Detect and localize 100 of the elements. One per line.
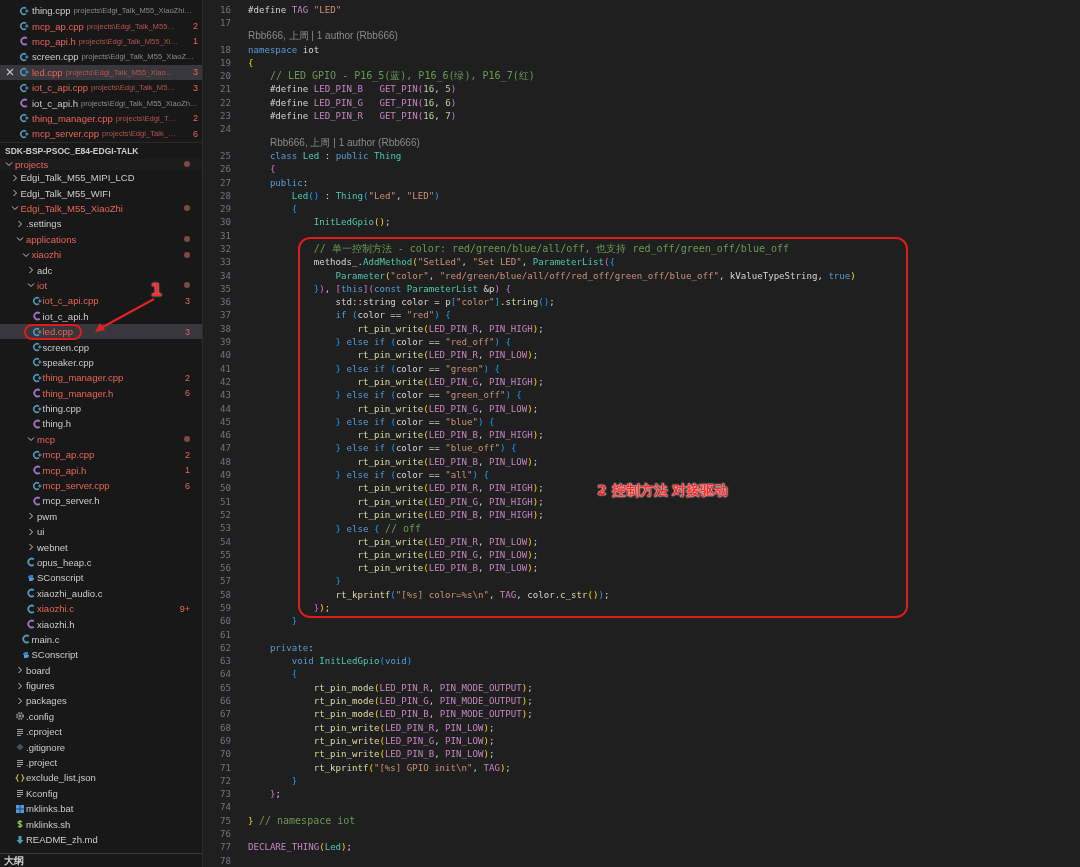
selected-row[interactable]: led.cpp 3 bbox=[0, 323, 202, 340]
lines-icon bbox=[15, 788, 25, 799]
file-name[interactable]: thing.cpp bbox=[42, 403, 82, 415]
folder-name[interactable]: board bbox=[26, 664, 51, 676]
line-number: 35 bbox=[219, 283, 231, 294]
file-name[interactable]: SConscript bbox=[37, 572, 84, 584]
file-name[interactable]: mcp_ap.cpp bbox=[42, 449, 95, 461]
file-name[interactable]: .project bbox=[26, 757, 58, 769]
line-number: 64 bbox=[219, 669, 231, 680]
folder-name[interactable]: iot bbox=[37, 279, 48, 291]
code-line: rt_pin_write(LED_PIN_R, PIN_LOW); bbox=[357, 350, 539, 361]
code-line: rt_pin_write(LED_PIN_G, PIN_HIGH); bbox=[357, 496, 544, 507]
cpp-file-icon bbox=[31, 326, 42, 337]
line-number: 36 bbox=[219, 297, 231, 308]
folder-name[interactable]: Edgi_Talk_M55_MIPI_LCD bbox=[20, 172, 135, 184]
line-number: 30 bbox=[219, 217, 231, 228]
code-line: rt_pin_write(LED_PIN_B, PIN_HIGH); bbox=[357, 430, 544, 441]
code-line: rt_pin_write(LED_PIN_G, PIN_HIGH); bbox=[357, 376, 544, 387]
folder-name[interactable]: pwm bbox=[37, 510, 58, 522]
cpp-file-icon bbox=[31, 403, 42, 414]
code-line: rt_pin_mode(LED_PIN_B, PIN_MODE_OUTPUT); bbox=[313, 709, 533, 720]
file-name[interactable]: thing_manager.cpp bbox=[42, 372, 124, 384]
blame-annotation[interactable]: Rbb666, 上周 | 1 author (Rbb666) bbox=[269, 135, 420, 150]
code-line: rt_pin_write(LED_PIN_R, PIN_LOW); bbox=[357, 536, 539, 547]
code-line: rt_pin_write(LED_PIN_R, PIN_HIGH); bbox=[357, 323, 544, 334]
file-name[interactable]: SConscript bbox=[31, 649, 78, 661]
file-name: screen.cpp bbox=[32, 51, 79, 63]
header-file-icon bbox=[31, 388, 42, 399]
folder-name[interactable]: figures bbox=[26, 680, 55, 692]
code-line: #define LED_PIN_R GET_PIN(16, 7) bbox=[269, 111, 457, 121]
code-line: #define LED_PIN_G GET_PIN(16, 6) bbox=[269, 97, 457, 108]
line-number: 43 bbox=[219, 390, 231, 401]
line-number: 17 bbox=[219, 17, 231, 28]
file-name[interactable]: mcp_api.h bbox=[42, 464, 87, 476]
line-number: 22 bbox=[219, 97, 231, 108]
header-file-icon bbox=[19, 98, 29, 109]
file-name[interactable]: xiaozhi.c bbox=[37, 603, 74, 615]
file-name[interactable]: mklinks.sh bbox=[26, 818, 71, 830]
file-name[interactable]: main.c bbox=[31, 633, 60, 645]
file-name[interactable]: exclude_list.json bbox=[26, 772, 96, 784]
cpp-file-icon bbox=[19, 5, 29, 16]
file-name[interactable]: opus_heap.c bbox=[37, 556, 92, 568]
file-name[interactable]: screen.cpp bbox=[42, 341, 89, 353]
code-line: rt_pin_write(LED_PIN_B, PIN_LOW); bbox=[357, 456, 539, 467]
folder-name[interactable]: packages bbox=[26, 695, 67, 707]
file-name: thing.cpp bbox=[32, 5, 71, 17]
file-name[interactable]: README_zh.md bbox=[26, 834, 98, 845]
file-name[interactable]: xiaozhi_audio.c bbox=[37, 587, 103, 599]
file-name: led.cpp bbox=[32, 66, 63, 78]
line-number: 33 bbox=[219, 257, 231, 268]
cpp-file-icon bbox=[31, 342, 42, 352]
line-number: 49 bbox=[219, 470, 231, 481]
file-name[interactable]: iot_c_api.cpp bbox=[42, 295, 99, 307]
folder-name[interactable]: applications bbox=[26, 233, 77, 245]
cpp-file-icon bbox=[19, 67, 29, 78]
problem-count: 3 bbox=[184, 295, 190, 306]
braces-icon bbox=[15, 772, 25, 783]
problem-count: 1 bbox=[192, 36, 198, 47]
code-line: methods_.AddMethod("SetLed", "Set LED", ParameterList({ bbox=[313, 257, 615, 268]
cpp-file-icon bbox=[31, 357, 42, 368]
file-name[interactable]: speaker.cpp bbox=[42, 356, 94, 368]
file-name[interactable]: led.cpp bbox=[42, 326, 74, 338]
folder-name[interactable]: Edgi_Talk_M55_XiaoZhi bbox=[20, 203, 123, 214]
code-line: } else if (color == "blue_off") { bbox=[335, 443, 517, 454]
line-number: 69 bbox=[219, 735, 231, 746]
file-name[interactable]: .cproject bbox=[26, 726, 62, 738]
blame-annotation[interactable]: Rbb666, 上周 | 1 author (Rbb666) bbox=[248, 29, 398, 44]
code-line: rt_pin_write(LED_PIN_R, PIN_HIGH); bbox=[357, 483, 544, 494]
file-name[interactable]: iot_c_api.h bbox=[42, 310, 89, 322]
file-name[interactable]: thing_manager.h bbox=[42, 387, 114, 399]
file-name[interactable]: xiaozhi.h bbox=[37, 618, 75, 630]
line-number: 52 bbox=[219, 509, 231, 520]
code-line: Led() : Thing("Led", "LED") bbox=[291, 190, 440, 201]
folder-name[interactable]: ui bbox=[37, 526, 45, 538]
code-line: private: bbox=[269, 642, 314, 653]
folder-name[interactable]: mcp bbox=[37, 433, 55, 445]
code-line: DECLARE_THING(Led); bbox=[248, 842, 353, 853]
folder-name[interactable]: .settings bbox=[26, 218, 62, 230]
file-name[interactable]: mklinks.bat bbox=[26, 803, 74, 815]
folder-name[interactable]: webnet bbox=[37, 541, 68, 553]
file-name[interactable]: thing.h bbox=[42, 418, 72, 430]
file-name[interactable]: mcp_server.cpp bbox=[42, 480, 110, 491]
section-header[interactable]: SDK-BSP-PSOC_E84-EDGI-TALK bbox=[0, 141, 202, 159]
folder-name[interactable]: xiaozhi bbox=[31, 249, 62, 261]
line-number: 46 bbox=[219, 430, 231, 441]
file-name[interactable]: .gitignore bbox=[26, 741, 66, 753]
problem-count: 3 bbox=[192, 82, 198, 93]
line-number: 63 bbox=[219, 656, 231, 667]
file-name[interactable]: Kconfig bbox=[26, 787, 58, 799]
section-header[interactable]: 大纲 bbox=[0, 853, 202, 867]
folder-name[interactable]: adc bbox=[37, 264, 53, 276]
folder-name[interactable]: Edgi_Talk_M55_WIFI bbox=[20, 187, 111, 199]
file-name[interactable]: mcp_server.h bbox=[42, 495, 100, 507]
line-number: 48 bbox=[219, 456, 231, 467]
close-icon[interactable] bbox=[5, 67, 15, 78]
file-name[interactable]: .config bbox=[26, 710, 54, 722]
line-number: 32 bbox=[219, 244, 231, 254]
code-line: } else if (color == "all") { bbox=[335, 470, 489, 481]
folder-name[interactable]: projects bbox=[15, 158, 49, 170]
code-line: public: bbox=[269, 177, 309, 188]
